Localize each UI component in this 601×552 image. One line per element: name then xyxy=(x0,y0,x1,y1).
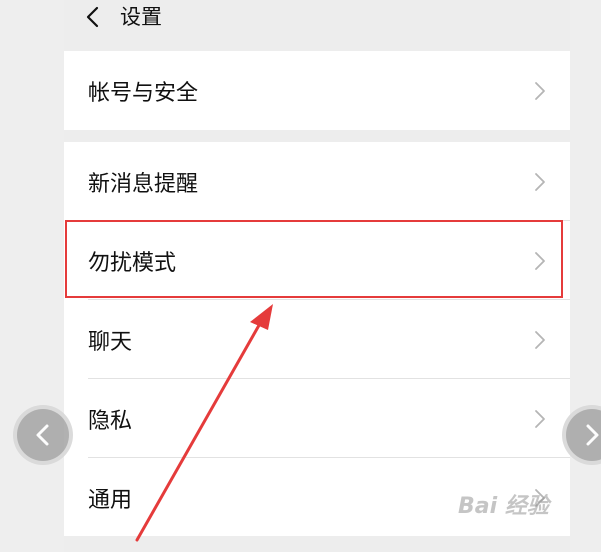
settings-item-chat[interactable]: 聊天 xyxy=(64,300,570,379)
nav-header: 设置 xyxy=(64,0,570,50)
chevron-right-icon xyxy=(535,81,545,100)
settings-item-label: 通用 xyxy=(88,487,133,513)
settings-item-privacy[interactable]: 隐私 xyxy=(64,379,570,458)
settings-group-general: 新消息提醒 勿扰模式 聊天 隐私 通用 xyxy=(64,142,570,536)
page-title: 设置 xyxy=(120,5,162,29)
settings-item-label: 隐私 xyxy=(88,408,133,434)
chevron-right-icon xyxy=(535,330,545,349)
settings-item-label: 聊天 xyxy=(88,329,133,355)
chevron-right-icon xyxy=(535,172,545,191)
watermark-logo: Bai 经验 xyxy=(458,488,549,520)
chevron-right-icon xyxy=(535,409,545,428)
settings-group-account: 帐号与安全 xyxy=(64,51,570,130)
chevron-left-icon xyxy=(36,424,49,446)
watermark-text: Bai 经验 xyxy=(458,494,549,519)
highlight-box xyxy=(65,220,563,298)
settings-item-new-message-alerts[interactable]: 新消息提醒 xyxy=(64,142,570,221)
chevron-left-icon[interactable] xyxy=(82,5,106,29)
settings-item-account-security[interactable]: 帐号与安全 xyxy=(64,51,570,130)
chevron-right-icon xyxy=(586,424,599,446)
settings-item-label: 新消息提醒 xyxy=(88,171,199,197)
carousel-next-button[interactable] xyxy=(566,409,601,461)
carousel-prev-button[interactable] xyxy=(17,409,69,461)
settings-item-label: 帐号与安全 xyxy=(88,80,199,106)
